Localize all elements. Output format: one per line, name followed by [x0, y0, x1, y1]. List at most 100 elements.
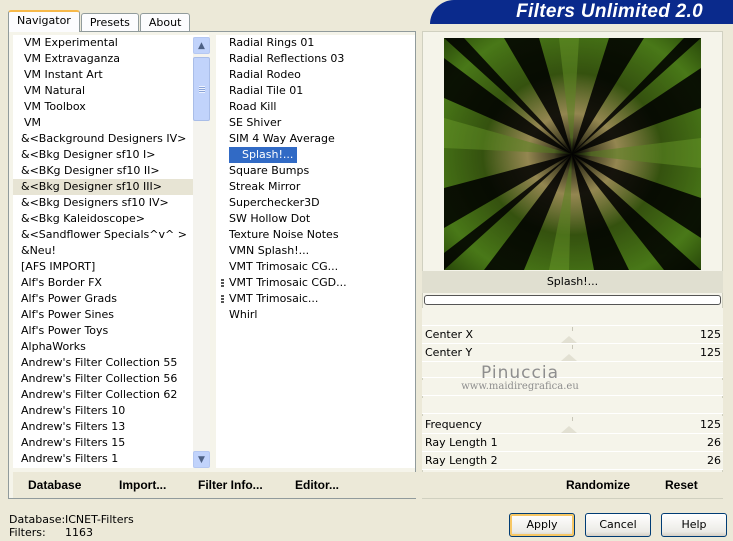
- selected-row[interactable]: Splash!...: [216, 147, 415, 163]
- list-item[interactable]: Road Kill: [216, 99, 415, 115]
- randomize-button[interactable]: Randomize: [566, 478, 630, 492]
- list-item[interactable]: Alf's Power Sines: [13, 307, 209, 323]
- tab-navigator[interactable]: Navigator: [8, 10, 80, 32]
- slider-thumb-icon[interactable]: [561, 336, 577, 343]
- list-item[interactable]: Square Bumps: [216, 163, 415, 179]
- list-item-selected[interactable]: Splash!...: [229, 147, 298, 163]
- list-item[interactable]: SW Hollow Dot: [216, 211, 415, 227]
- filter-list[interactable]: Radial Rings 01 Radial Reflections 03 Ra…: [216, 35, 415, 468]
- list-item[interactable]: VMT Trimosaic CGD...: [216, 275, 415, 291]
- cancel-button[interactable]: Cancel: [585, 513, 651, 537]
- list-item[interactable]: Andrew's Filter Collection 62: [13, 387, 209, 403]
- reset-button[interactable]: Reset: [665, 478, 698, 492]
- list-item[interactable]: Andrew's Filter Collection 55: [13, 355, 209, 371]
- import-button[interactable]: Import...: [119, 478, 166, 492]
- param-value: 125: [700, 346, 721, 359]
- list-item[interactable]: &Neu!: [13, 243, 209, 259]
- param-label: Frequency: [425, 418, 482, 431]
- slider-thumb-icon[interactable]: [561, 354, 577, 361]
- param-ray-length-2[interactable]: Ray Length 2 26: [422, 452, 723, 470]
- list-item[interactable]: Andrew's Filters 1: [13, 451, 209, 467]
- list-item[interactable]: Radial Reflections 03: [216, 51, 415, 67]
- list-item[interactable]: &<BKg Designer sf10 II>: [13, 163, 209, 179]
- category-list[interactable]: VM Experimental VM Extravaganza VM Insta…: [13, 35, 209, 468]
- param-label: Center X: [425, 328, 474, 341]
- preview-caption: Splash!...: [422, 271, 723, 293]
- slider-thumb-icon[interactable]: [561, 426, 577, 433]
- filters-count: 1163: [65, 526, 93, 539]
- scroll-up-icon[interactable]: ▲: [193, 37, 210, 54]
- list-item[interactable]: Andrew's Filter Collection 56: [13, 371, 209, 387]
- watermark: Pinuccia www.maidiregrafica.eu: [445, 363, 595, 392]
- watermark-url: www.maidiregrafica.eu: [461, 381, 579, 392]
- slider-tick: [572, 327, 573, 331]
- app-title: Filters Unlimited 2.0: [430, 0, 733, 24]
- slider-tick: [572, 417, 573, 421]
- list-item[interactable]: VMT Trimosaic CG...: [216, 259, 415, 275]
- list-item[interactable]: Radial Rodeo: [216, 67, 415, 83]
- tab-about[interactable]: About: [139, 13, 191, 32]
- list-item[interactable]: &<Sandflower Specials^v^ >: [13, 227, 209, 243]
- list-item[interactable]: Andrew's Filters 13: [13, 419, 209, 435]
- list-item[interactable]: Alf's Border FX: [13, 275, 209, 291]
- grip-icon: [221, 295, 224, 304]
- param-label: Center Y: [425, 346, 473, 359]
- list-item[interactable]: &<Background Designers IV>: [13, 131, 209, 147]
- list-item[interactable]: VM Experimental: [13, 35, 209, 51]
- list-item[interactable]: [AFS IMPORT]: [13, 259, 209, 275]
- database-button[interactable]: Database: [28, 478, 81, 492]
- scroll-down-icon[interactable]: ▼: [193, 451, 210, 468]
- progress-bar: [424, 295, 721, 305]
- list-item[interactable]: Whirl: [216, 307, 415, 323]
- list-item[interactable]: VM Extravaganza: [13, 51, 209, 67]
- param-center-y[interactable]: Center Y 125: [422, 344, 723, 362]
- list-item[interactable]: VM: [13, 115, 209, 131]
- list-item-selected[interactable]: &<Bkg Designer sf10 III>: [13, 179, 209, 195]
- database-label: Database:: [9, 513, 66, 526]
- navigator-buttons: Database Import... Filter Info... Editor…: [13, 472, 416, 498]
- list-item[interactable]: &<Bkg Kaleidoscope>: [13, 211, 209, 227]
- param-slot-empty: [422, 308, 723, 326]
- list-item[interactable]: &<Bkg Designer sf10 I>: [13, 147, 209, 163]
- list-item[interactable]: VM Natural: [13, 83, 209, 99]
- list-item[interactable]: Superchecker3D: [216, 195, 415, 211]
- database-value: ICNET-Filters: [65, 513, 134, 526]
- list-item[interactable]: Alf's Power Toys: [13, 323, 209, 339]
- list-item[interactable]: Andrew's Filters 15: [13, 435, 209, 451]
- param-value: 26: [707, 436, 721, 449]
- list-item[interactable]: Radial Tile 01: [216, 83, 415, 99]
- tab-presets[interactable]: Presets: [80, 13, 139, 32]
- param-label: Ray Length 2: [425, 454, 498, 467]
- list-item[interactable]: Streak Mirror: [216, 179, 415, 195]
- list-item[interactable]: VMT Trimosaic...: [216, 291, 415, 307]
- list-item[interactable]: Andrew's Filters 10: [13, 403, 209, 419]
- param-label: Ray Length 1: [425, 436, 498, 449]
- param-ray-length-1[interactable]: Ray Length 1 26: [422, 434, 723, 452]
- list-item[interactable]: VM Instant Art: [13, 67, 209, 83]
- param-value: 125: [700, 418, 721, 431]
- param-frequency[interactable]: Frequency 125: [422, 416, 723, 434]
- list-item[interactable]: SIM 4 Way Average: [216, 131, 415, 147]
- param-value: 125: [700, 328, 721, 341]
- list-item[interactable]: SE Shiver: [216, 115, 415, 131]
- watermark-name: Pinuccia: [481, 363, 559, 383]
- param-value: 26: [707, 454, 721, 467]
- scroll-thumb[interactable]: [193, 57, 210, 121]
- filter-info-button[interactable]: Filter Info...: [198, 478, 263, 492]
- list-item[interactable]: Radial Rings 01: [216, 35, 415, 51]
- preview-image: [444, 38, 701, 270]
- apply-button[interactable]: Apply: [509, 513, 575, 537]
- list-item[interactable]: &<Bkg Designers sf10 IV>: [13, 195, 209, 211]
- editor-button[interactable]: Editor...: [295, 478, 339, 492]
- help-button[interactable]: Help: [661, 513, 727, 537]
- list-item[interactable]: VMN Splash!...: [216, 243, 415, 259]
- list-item[interactable]: Alf's Power Grads: [13, 291, 209, 307]
- category-scrollbar[interactable]: ▲ ▼: [193, 37, 210, 468]
- list-item[interactable]: VM Toolbox: [13, 99, 209, 115]
- param-center-x[interactable]: Center X 125: [422, 326, 723, 344]
- slider-tick: [572, 345, 573, 349]
- preview-buttons: Randomize Reset: [422, 472, 723, 498]
- list-item[interactable]: AlphaWorks: [13, 339, 209, 355]
- list-item[interactable]: Texture Noise Notes: [216, 227, 415, 243]
- status-area: Database:ICNET-Filters Filters: 1163: [9, 513, 134, 539]
